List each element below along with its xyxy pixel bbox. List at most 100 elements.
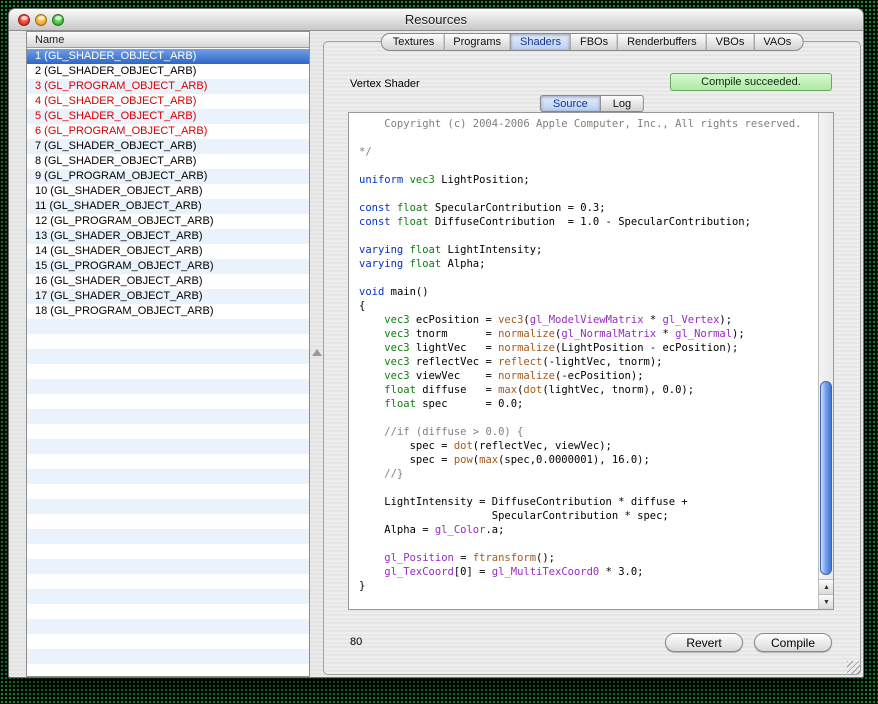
subtab-source[interactable]: Source: [540, 95, 601, 112]
list-item[interactable]: 5 (GL_SHADER_OBJECT_ARB): [27, 109, 309, 124]
list-item[interactable]: 14 (GL_SHADER_OBJECT_ARB): [27, 244, 309, 259]
list-item-label: 14 (GL_SHADER_OBJECT_ARB): [35, 245, 203, 257]
list-empty-row: [27, 499, 309, 514]
list-item[interactable]: 6 (GL_PROGRAM_OBJECT_ARB): [27, 124, 309, 139]
code-token: (spec,0.0000001), 16.0);: [498, 454, 650, 466]
code-line: [359, 537, 818, 551]
code-line: const float SpecularContribution = 0.3;: [359, 201, 818, 215]
code-token: float: [384, 398, 416, 410]
list-item-label: 6 (GL_PROGRAM_OBJECT_ARB): [35, 125, 207, 137]
list-item[interactable]: 4 (GL_SHADER_OBJECT_ARB): [27, 94, 309, 109]
code-line: {: [359, 299, 818, 313]
code-token: vec3: [384, 370, 409, 382]
code-token: gl_Position: [384, 552, 454, 564]
vertical-scrollbar[interactable]: ▲ ▼: [818, 113, 833, 609]
code-token: gl_ModelViewMatrix: [530, 314, 644, 326]
code-token: );: [719, 314, 732, 326]
code-token: diffuse =: [416, 384, 498, 396]
list-empty-row: [27, 529, 309, 544]
code-line: Copyright (c) 2004-2006 Apple Computer, …: [359, 117, 818, 131]
code-token: vec3: [384, 356, 409, 368]
code-line: varying float LightIntensity;: [359, 243, 818, 257]
code-line: uniform vec3 LightPosition;: [359, 173, 818, 187]
tab-vbos[interactable]: VBOs: [707, 33, 755, 51]
resize-grip[interactable]: [847, 661, 861, 675]
scroll-down-icon[interactable]: ▼: [819, 594, 834, 609]
code-token: [359, 566, 384, 578]
zoom-button-icon[interactable]: [52, 14, 64, 26]
shader-type-label: Vertex Shader: [350, 78, 420, 90]
traffic-lights: [18, 14, 64, 26]
list-item[interactable]: 10 (GL_SHADER_OBJECT_ARB): [27, 184, 309, 199]
source-log-tabs: SourceLog: [540, 95, 644, 112]
list-column-header-name[interactable]: Name: [27, 32, 309, 48]
tab-shaders[interactable]: Shaders: [511, 33, 571, 51]
list-item[interactable]: 18 (GL_PROGRAM_OBJECT_ARB): [27, 304, 309, 319]
subtab-log[interactable]: Log: [601, 95, 644, 112]
list-item[interactable]: 7 (GL_SHADER_OBJECT_ARB): [27, 139, 309, 154]
code-line: LightIntensity = DiffuseContribution * d…: [359, 495, 818, 509]
list-item[interactable]: 11 (GL_SHADER_OBJECT_ARB): [27, 199, 309, 214]
code-token: Alpha;: [441, 258, 485, 270]
code-token: [0] =: [454, 566, 492, 578]
code-token: float: [384, 384, 416, 396]
code-token: float: [397, 216, 429, 228]
list-empty-row: [27, 649, 309, 664]
code-line: vec3 reflectVec = reflect(-lightVec, tno…: [359, 355, 818, 369]
code-token: gl_Normal: [675, 328, 732, 340]
list-empty-row: [27, 604, 309, 619]
code-token: */: [359, 146, 372, 158]
titlebar[interactable]: Resources: [9, 9, 863, 31]
code-line: [359, 159, 818, 173]
list-item[interactable]: 17 (GL_SHADER_OBJECT_ARB): [27, 289, 309, 304]
tab-renderbuffers[interactable]: Renderbuffers: [618, 33, 707, 51]
list-item-label: 2 (GL_SHADER_OBJECT_ARB): [35, 65, 196, 77]
list-item[interactable]: 3 (GL_PROGRAM_OBJECT_ARB): [27, 79, 309, 94]
code-token: * 3.0;: [599, 566, 643, 578]
list-item[interactable]: 16 (GL_SHADER_OBJECT_ARB): [27, 274, 309, 289]
list-item[interactable]: 13 (GL_SHADER_OBJECT_ARB): [27, 229, 309, 244]
tab-vaos[interactable]: VAOs: [754, 33, 803, 51]
list-item-label: 17 (GL_SHADER_OBJECT_ARB): [35, 290, 203, 302]
list-item[interactable]: 1 (GL_SHADER_OBJECT_ARB): [27, 49, 309, 64]
tab-fbos[interactable]: FBOs: [571, 33, 618, 51]
list-empty-row: [27, 364, 309, 379]
code-token: vec3: [498, 314, 523, 326]
scroll-up-icon[interactable]: ▲: [819, 579, 834, 594]
code-line: vec3 ecPosition = vec3(gl_ModelViewMatri…: [359, 313, 818, 327]
code-token: varying: [359, 244, 403, 256]
code-box: Copyright (c) 2004-2006 Apple Computer, …: [348, 112, 834, 610]
code-line: vec3 lightVec = normalize(LightPosition …: [359, 341, 818, 355]
code-token: spec =: [359, 454, 454, 466]
resource-list-panel: Name 1 (GL_SHADER_OBJECT_ARB)2 (GL_SHADE…: [26, 31, 310, 677]
code-token: const: [359, 216, 391, 228]
code-token: Alpha =: [359, 524, 435, 536]
list-item[interactable]: 12 (GL_PROGRAM_OBJECT_ARB): [27, 214, 309, 229]
revert-button[interactable]: Revert: [665, 633, 743, 652]
tab-textures[interactable]: Textures: [381, 33, 445, 51]
scroll-thumb[interactable]: [820, 381, 832, 575]
list-item-label: 4 (GL_SHADER_OBJECT_ARB): [35, 95, 196, 107]
list-item-label: 3 (GL_PROGRAM_OBJECT_ARB): [35, 80, 207, 92]
code-token: pow: [454, 454, 473, 466]
tab-programs[interactable]: Programs: [444, 33, 511, 51]
list-item-label: 18 (GL_PROGRAM_OBJECT_ARB): [35, 305, 214, 317]
list-item[interactable]: 2 (GL_SHADER_OBJECT_ARB): [27, 64, 309, 79]
pane-scroll-nub-icon[interactable]: [312, 349, 322, 356]
code-token: float: [410, 258, 442, 270]
code-view[interactable]: Copyright (c) 2004-2006 Apple Computer, …: [349, 113, 818, 609]
list-item[interactable]: 9 (GL_PROGRAM_OBJECT_ARB): [27, 169, 309, 184]
close-button-icon[interactable]: [18, 14, 30, 26]
list-item[interactable]: 8 (GL_SHADER_OBJECT_ARB): [27, 154, 309, 169]
code-token: void: [359, 286, 384, 298]
code-token: lightVec =: [410, 342, 499, 354]
code-token: reflect: [498, 356, 542, 368]
compile-button[interactable]: Compile: [754, 633, 832, 652]
list-empty-row: [27, 394, 309, 409]
minimize-button-icon[interactable]: [35, 14, 47, 26]
list-item[interactable]: 15 (GL_PROGRAM_OBJECT_ARB): [27, 259, 309, 274]
main-tabs: TexturesProgramsShadersFBOsRenderbuffers…: [381, 33, 804, 51]
code-token: tnorm =: [410, 328, 499, 340]
list-item-label: 15 (GL_PROGRAM_OBJECT_ARB): [35, 260, 214, 272]
code-token: LightIntensity;: [441, 244, 542, 256]
